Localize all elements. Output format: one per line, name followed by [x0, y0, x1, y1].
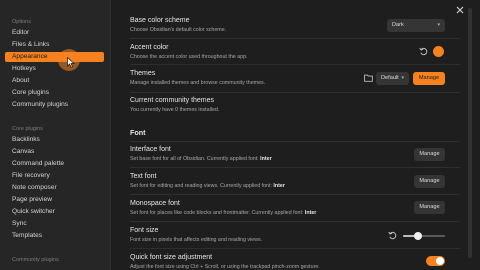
base-color-select[interactable]: Dark ▾ — [387, 19, 445, 32]
chevron-down-icon: ▾ — [437, 22, 440, 28]
font-name: Inter — [260, 156, 272, 162]
sidebar-item-appearance[interactable]: Appearance — [5, 52, 104, 62]
manage-text-font-button[interactable]: Manage — [414, 175, 445, 188]
font-size-slider[interactable] — [403, 232, 445, 240]
theme-select[interactable]: Default ▾ — [376, 72, 409, 85]
reset-icon[interactable] — [419, 47, 428, 56]
scrollbar[interactable] — [468, 8, 472, 258]
sidebar-item-quick-switcher[interactable]: Quick switcher — [5, 207, 104, 217]
accent-color-picker[interactable] — [433, 46, 444, 57]
sidebar-heading-community: Community plugins — [12, 257, 59, 263]
sidebar-item-sync[interactable]: Sync — [5, 219, 104, 229]
sidebar-item-page-preview[interactable]: Page preview — [5, 195, 104, 205]
mouse-cursor-icon — [67, 57, 75, 68]
setting-title: Font size — [130, 227, 159, 234]
sidebar-item-editor[interactable]: Editor — [5, 28, 104, 38]
divider — [130, 167, 460, 168]
sidebar-item-backlinks[interactable]: Backlinks — [5, 135, 104, 145]
quick-font-size-toggle[interactable] — [426, 256, 445, 266]
divider — [130, 38, 460, 39]
settings-sidebar: Options Editor Files & Links Appearance … — [0, 0, 111, 270]
sidebar-item-files-links[interactable]: Files & Links — [5, 40, 104, 50]
slider-thumb[interactable] — [414, 232, 422, 240]
sidebar-heading-core: Core plugins — [12, 126, 43, 132]
sidebar-item-note-composer[interactable]: Note composer — [5, 183, 104, 193]
sidebar-heading-options: Options — [12, 19, 31, 25]
divider — [130, 248, 460, 249]
setting-desc: Adjust the font size using Ctrl + Scroll… — [130, 264, 320, 270]
manage-interface-font-button[interactable]: Manage — [414, 148, 445, 161]
select-value: Dark — [392, 22, 404, 28]
setting-monospace-font: Monospace font Set font for places like … — [130, 200, 450, 216]
divider — [130, 141, 460, 142]
sidebar-item-file-recovery[interactable]: File recovery — [5, 171, 104, 181]
sidebar-item-core-plugins[interactable]: Core plugins — [5, 88, 104, 98]
divider — [130, 194, 460, 195]
close-icon[interactable] — [455, 5, 465, 15]
sidebar-item-hotkeys[interactable]: Hotkeys — [5, 64, 104, 74]
manage-themes-button[interactable]: Manage — [413, 72, 445, 85]
toggle-knob — [436, 257, 444, 265]
folder-icon[interactable] — [364, 74, 373, 82]
sidebar-item-about[interactable]: About — [5, 76, 104, 86]
setting-text-font: Text font Set font for editing and readi… — [130, 173, 450, 189]
divider — [130, 64, 460, 65]
sidebar-item-community-plugins[interactable]: Community plugins — [5, 100, 104, 110]
setting-title: Interface font — [130, 146, 171, 153]
settings-content: Base color scheme Choose Obsidian's defa… — [111, 0, 467, 270]
sidebar-item-templates[interactable]: Templates — [5, 231, 104, 241]
setting-desc: Set font for editing and reading views. … — [130, 183, 450, 189]
setting-desc: Choose the accent color used throughout … — [130, 54, 248, 60]
setting-title: Monospace font — [130, 200, 180, 207]
setting-desc: You currently have 0 themes installed. — [130, 107, 220, 113]
setting-desc: Set base font for all of Obsidian. Curre… — [130, 156, 450, 162]
sidebar-item-canvas[interactable]: Canvas — [5, 147, 104, 157]
chevron-down-icon: ▾ — [401, 75, 404, 81]
section-heading-font: Font — [130, 128, 146, 137]
divider — [130, 221, 460, 222]
setting-current-themes: Current community themes You currently h… — [130, 97, 450, 113]
setting-desc: Set font for places like code blocks and… — [130, 210, 450, 216]
setting-interface-font: Interface font Set base font for all of … — [130, 146, 450, 162]
settings-window: Options Editor Files & Links Appearance … — [0, 0, 480, 270]
select-value: Default — [381, 75, 399, 81]
setting-desc: Font size in pixels that affects editing… — [130, 237, 263, 243]
desc-text: Set base font for all of Obsidian. Curre… — [130, 156, 261, 162]
setting-title: Quick font size adjustment — [130, 254, 213, 261]
setting-accent-color: Accent color Choose the accent color use… — [130, 44, 450, 60]
divider — [130, 92, 460, 93]
setting-title: Text font — [130, 173, 157, 180]
setting-font-size: Font size Font size in pixels that affec… — [130, 227, 450, 243]
font-name: Inter — [273, 183, 285, 189]
reset-icon[interactable] — [388, 231, 397, 240]
manage-monospace-font-button[interactable]: Manage — [414, 201, 445, 214]
desc-text: Set font for places like code blocks and… — [130, 210, 305, 216]
setting-title: Current community themes — [130, 97, 215, 104]
desc-text: Set font for editing and reading views. … — [130, 183, 274, 189]
setting-title: Accent color — [130, 44, 169, 51]
setting-quick-font-size: Quick font size adjustment Adjust the fo… — [130, 254, 450, 270]
font-name: Inter — [304, 210, 317, 216]
sidebar-item-command-palette[interactable]: Command palette — [5, 159, 104, 169]
